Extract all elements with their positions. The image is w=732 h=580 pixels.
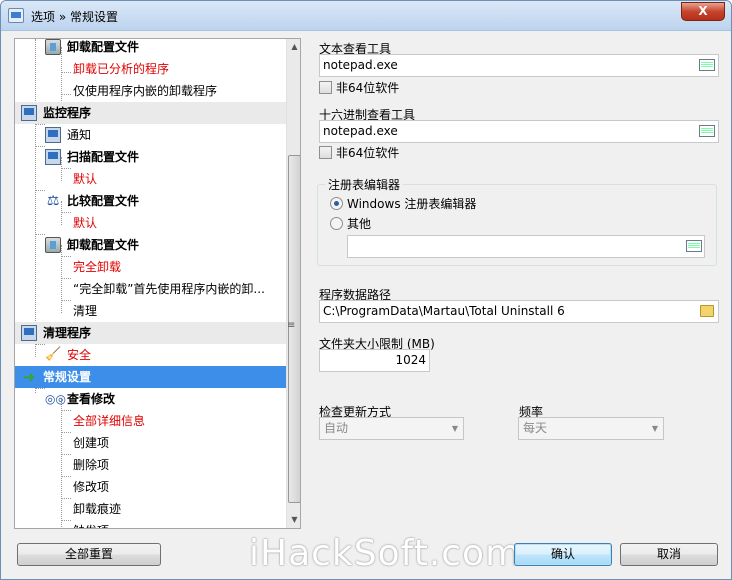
tree-item[interactable]: 清理程序 (15, 322, 286, 344)
registry-windows-radio[interactable] (330, 197, 343, 210)
tree-item-label: 安全 (67, 348, 92, 362)
close-button[interactable]: X (681, 2, 725, 21)
scroll-up-icon[interactable]: ▲ (287, 39, 300, 55)
tree-item[interactable]: 卸载配置文件 (15, 234, 286, 256)
monitor-icon (21, 105, 37, 121)
tree-item-label: 默认 (73, 216, 98, 230)
update-check-value: 自动 (324, 421, 349, 435)
window-title: 选项 » 常规设置 (31, 10, 118, 24)
tree-scrollbar[interactable]: ▲ ▼ (286, 39, 300, 528)
options-window: 选项 » 常规设置 X 卸载配置文件 卸载已分析的程序 仅使用程序内嵌的卸载程序 监控… (0, 0, 732, 580)
frequency-select[interactable]: 每天 ▼ (518, 417, 664, 440)
ok-button[interactable]: 确认 (514, 543, 612, 566)
scale-icon: ⚖ (46, 193, 60, 209)
browse-icon[interactable] (699, 59, 715, 71)
tree-item-label: 全部详细信息 (73, 414, 146, 428)
tree-item-label: 扫描配置文件 (67, 150, 140, 164)
data-path-value: C:\ProgramData\Martau\Total Uninstall 6 (323, 304, 565, 318)
registry-editor-group-title: 注册表编辑器 (325, 176, 404, 193)
green-arrow-icon: ➜ (22, 368, 36, 386)
tree-item-label: 监控程序 (43, 106, 92, 120)
tree-item-label: 触发项 (73, 520, 109, 528)
cancel-button[interactable]: 取消 (620, 543, 718, 566)
reset-all-button[interactable]: 全部重置 (17, 543, 161, 566)
tree-item[interactable]: 完全卸载 (15, 256, 286, 278)
tree-item-label: 清理程序 (43, 326, 92, 340)
tree-item[interactable]: 删除项 (15, 454, 286, 476)
scroll-down-icon[interactable]: ▼ (287, 512, 300, 528)
chevron-down-icon: ▼ (451, 424, 458, 433)
tree-item[interactable]: 🧹 安全 (15, 344, 286, 366)
frequency-value: 每天 (523, 421, 548, 435)
tree-item[interactable]: 全部详细信息 (15, 410, 286, 432)
tree-item-label: 仅使用程序内嵌的卸载程序 (73, 84, 218, 98)
tree-item[interactable]: ⚖ 比较配置文件 (15, 190, 286, 212)
folder-size-input[interactable]: 1024 (319, 349, 430, 372)
browse-icon[interactable] (699, 125, 715, 137)
tree-item[interactable]: 仅使用程序内嵌的卸载程序 (15, 80, 286, 102)
chevron-down-icon: ▼ (651, 424, 658, 433)
update-check-select[interactable]: 自动 ▼ (319, 417, 464, 440)
tree-item[interactable]: 默认 (15, 212, 286, 234)
tree-item[interactable]: 清理 (15, 300, 286, 322)
hex-viewer-value: notepad.exe (323, 124, 398, 138)
tree-item[interactable]: ◎◎ 查看修改 (15, 388, 286, 410)
tree-item[interactable]: 卸载痕迹 (15, 498, 286, 520)
hex-viewer-32bit-label: 非64位软件 (336, 146, 400, 160)
monitor-icon (45, 149, 61, 165)
tree-item-label: 创建项 (73, 436, 110, 450)
tree-item-label: “完全卸载”首先使用程序内嵌的卸... (73, 282, 265, 296)
hex-viewer-input[interactable]: notepad.exe (319, 120, 719, 143)
registry-other-radio[interactable] (330, 217, 343, 230)
monitor-icon (45, 127, 61, 143)
text-viewer-value: notepad.exe (323, 58, 398, 72)
folder-icon[interactable] (700, 305, 714, 317)
title-bar: 选项 » 常规设置 X (1, 1, 731, 31)
tree-item-label: 清理 (73, 304, 98, 318)
tree-item-label: 卸载痕迹 (73, 502, 122, 516)
tree-item[interactable]: 默认 (15, 168, 286, 190)
tree-item-label: 删除项 (73, 458, 110, 472)
folder-size-value: 1024 (395, 353, 426, 367)
trash-icon (45, 39, 61, 55)
tree-item-label: 常规设置 (43, 370, 92, 384)
text-viewer-32bit-checkbox[interactable] (319, 81, 332, 94)
tree-item[interactable]: 卸载配置文件 (15, 39, 286, 58)
app-icon (8, 8, 24, 23)
tree-item-label: 卸载配置文件 (67, 40, 140, 54)
tree-item-label: 默认 (73, 172, 98, 186)
registry-other-input[interactable] (347, 235, 705, 258)
watermark: iHackSoft.com (249, 533, 522, 574)
tree-item[interactable]: 通知 (15, 124, 286, 146)
tree-item-label: 完全卸载 (73, 260, 122, 274)
tree-item[interactable]: 卸载已分析的程序 (15, 58, 286, 80)
registry-other-label: 其他 (347, 217, 372, 231)
tree-item[interactable]: 创建项 (15, 432, 286, 454)
tree-item[interactable]: 扫描配置文件 (15, 146, 286, 168)
settings-tree: 卸载配置文件 卸载已分析的程序 仅使用程序内嵌的卸载程序 监控程序 通知 扫描配置文件 默认… (14, 38, 301, 529)
text-viewer-32bit-label: 非64位软件 (336, 81, 400, 95)
broom-icon: 🧹 (45, 347, 62, 362)
tree-item[interactable]: 修改项 (15, 476, 286, 498)
splitter-grip-icon[interactable]: ≡ (287, 320, 295, 331)
data-path-input[interactable]: C:\ProgramData\Martau\Total Uninstall 6 (319, 300, 719, 323)
monitor-icon (21, 325, 37, 341)
tree-item-label: 卸载配置文件 (67, 238, 140, 252)
browse-icon[interactable] (686, 240, 702, 252)
tree-item-label: 查看修改 (67, 392, 116, 406)
tree-item[interactable]: 触发项 (15, 520, 286, 528)
text-viewer-input[interactable]: notepad.exe (319, 54, 719, 77)
tree-item[interactable]: 监控程序 (15, 102, 286, 124)
tree-item-label: 比较配置文件 (67, 194, 140, 208)
tree-item-label: 卸载已分析的程序 (73, 62, 170, 76)
tree-item-label: 修改项 (73, 480, 110, 494)
registry-windows-label: Windows 注册表编辑器 (347, 197, 477, 211)
trash-icon (45, 237, 61, 253)
hex-viewer-32bit-checkbox[interactable] (319, 146, 332, 159)
tree-item-label: 通知 (67, 128, 92, 142)
glasses-icon: ◎◎ (45, 392, 66, 406)
tree-item[interactable]: ➜ 常规设置 (15, 366, 286, 388)
tree-item[interactable]: “完全卸载”首先使用程序内嵌的卸... (15, 278, 286, 300)
